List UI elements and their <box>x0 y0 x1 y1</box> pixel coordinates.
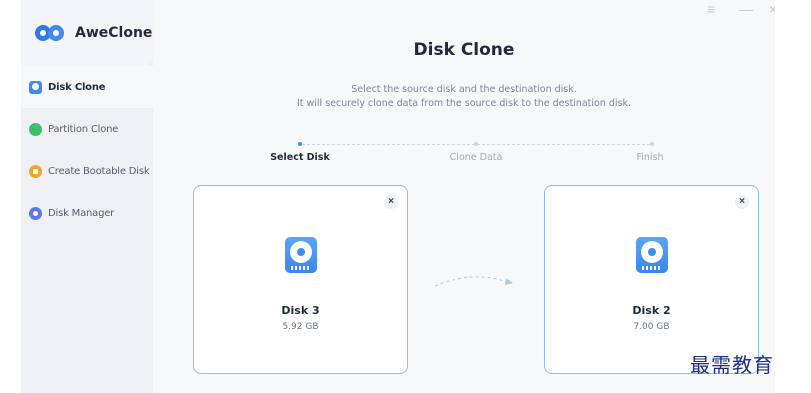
sidebar-item-label: Disk Clone <box>48 81 106 93</box>
step-dot-clone-data <box>474 142 478 146</box>
subtitle-line-2: It will securely clone data from the sou… <box>296 98 632 109</box>
step-dot-finish <box>650 142 654 146</box>
source-disk-name: Disk 3 <box>281 304 320 317</box>
sidebar-item-partition-clone[interactable]: Partition Clone <box>21 108 153 150</box>
source-disk-card[interactable]: × Disk 3 5.92 GB <box>193 185 408 374</box>
remove-destination-close-icon[interactable]: × <box>735 195 749 209</box>
destination-disk-name: Disk 2 <box>632 304 671 317</box>
logo: AweClone <box>21 0 153 66</box>
sidebar-item-label: Create Bootable Disk <box>48 165 150 177</box>
disk-clone-icon <box>29 80 42 94</box>
menu-icon[interactable]: ≡ <box>707 2 715 16</box>
disk-manager-icon <box>29 206 42 220</box>
remove-source-close-icon[interactable]: × <box>384 195 398 209</box>
subtitle-line-1: Select the source disk and the destinati… <box>351 84 577 95</box>
source-disk-size: 5.92 GB <box>282 322 319 332</box>
app-name: AweClone <box>75 25 153 41</box>
sidebar-nav: Disk Clone Partition Clone Create Bootab… <box>21 66 153 234</box>
sidebar-item-label: Disk Manager <box>48 207 115 219</box>
destination-disk-card[interactable]: × Disk 2 7.00 GB <box>544 185 759 374</box>
sidebar-item-create-bootable-disk[interactable]: Create Bootable Disk <box>21 150 153 192</box>
hard-disk-icon <box>284 237 317 273</box>
aweclone-logo-icon <box>35 25 67 41</box>
step-dot-select-disk <box>298 142 302 146</box>
step-label-select-disk: Select Disk <box>270 152 330 163</box>
destination-disk-size: 7.00 GB <box>633 322 670 332</box>
app-window: AweClone Disk Clone Partition Clone Crea… <box>21 0 775 393</box>
minimize-icon[interactable]: — <box>739 2 753 16</box>
partition-clone-icon <box>29 122 42 136</box>
sidebar-item-disk-manager[interactable]: Disk Manager <box>21 192 153 234</box>
sidebar: AweClone Disk Clone Partition Clone Crea… <box>21 0 153 393</box>
sidebar-item-label: Partition Clone <box>48 123 119 135</box>
close-window-icon[interactable]: × <box>769 2 775 16</box>
step-label-finish: Finish <box>636 152 664 163</box>
bootable-disk-icon <box>29 164 42 178</box>
sidebar-item-disk-clone[interactable]: Disk Clone <box>21 66 153 108</box>
clone-direction-arrow-icon <box>434 276 513 287</box>
hard-disk-icon <box>635 237 668 273</box>
watermark-text: 最需教育 <box>690 353 774 377</box>
step-label-clone-data: Clone Data <box>449 152 503 163</box>
page-title: Disk Clone <box>413 40 515 60</box>
